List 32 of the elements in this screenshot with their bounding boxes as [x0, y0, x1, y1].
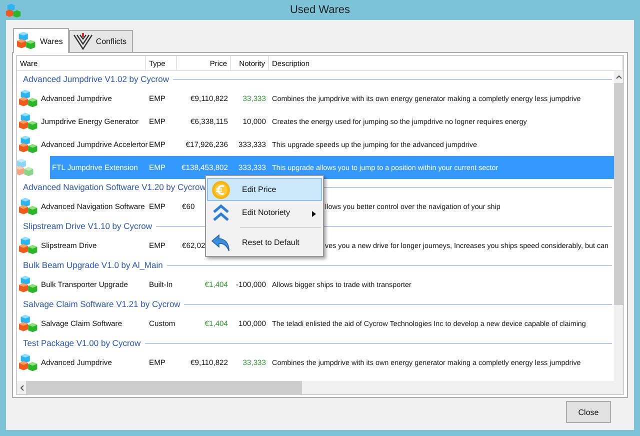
menu-item[interactable]: Edit Notoriety — [207, 201, 322, 224]
menu-item[interactable]: Edit Price — [207, 178, 322, 201]
window-title: Used Wares — [290, 4, 350, 16]
tab[interactable]: Wares — [13, 28, 69, 53]
scroll-up-icon[interactable] — [616, 75, 622, 79]
euro-coin-icon — [211, 180, 231, 200]
group-header: Salvage Claim Software V1.21 by Cycrow — [23, 299, 180, 309]
group-header: Bulk Beam Upgrade V1.0 by Al_Main — [23, 260, 163, 270]
horizontal-scrollbar[interactable] — [17, 381, 623, 394]
close-button[interactable]: Close — [566, 401, 611, 423]
cubes-icon — [19, 196, 39, 216]
vertical-scrollbar[interactable] — [614, 71, 623, 381]
back-arrow-icon — [211, 234, 231, 252]
app-icon — [6, 3, 22, 19]
tab[interactable]: Conflicts — [68, 30, 133, 52]
cubes-icon — [19, 112, 39, 132]
menu-item[interactable]: Reset to Default — [207, 231, 322, 254]
cubes-icon — [19, 274, 39, 294]
group-header: Advanced Navigation Software V1.20 by Cycrow — [23, 182, 206, 192]
cubes-icon — [19, 314, 39, 334]
cubes-icon — [19, 134, 39, 154]
group-header: Slipstream Drive V1.10 by Cycrow — [23, 221, 152, 231]
cubes-icon — [17, 158, 35, 178]
scroll-left-icon[interactable] — [20, 384, 24, 390]
double-chevron-up-icon — [212, 204, 230, 222]
cubes-icon — [19, 236, 39, 256]
warning-chevron-icon — [72, 32, 93, 50]
cubes-icon — [19, 88, 39, 108]
cubes-icon — [17, 31, 37, 51]
group-header: Test Package V1.00 by Cycrow — [23, 338, 141, 348]
group-header: Advanced Jumpdrive V1.02 by Cycrow — [23, 74, 169, 84]
cubes-icon — [19, 352, 39, 372]
